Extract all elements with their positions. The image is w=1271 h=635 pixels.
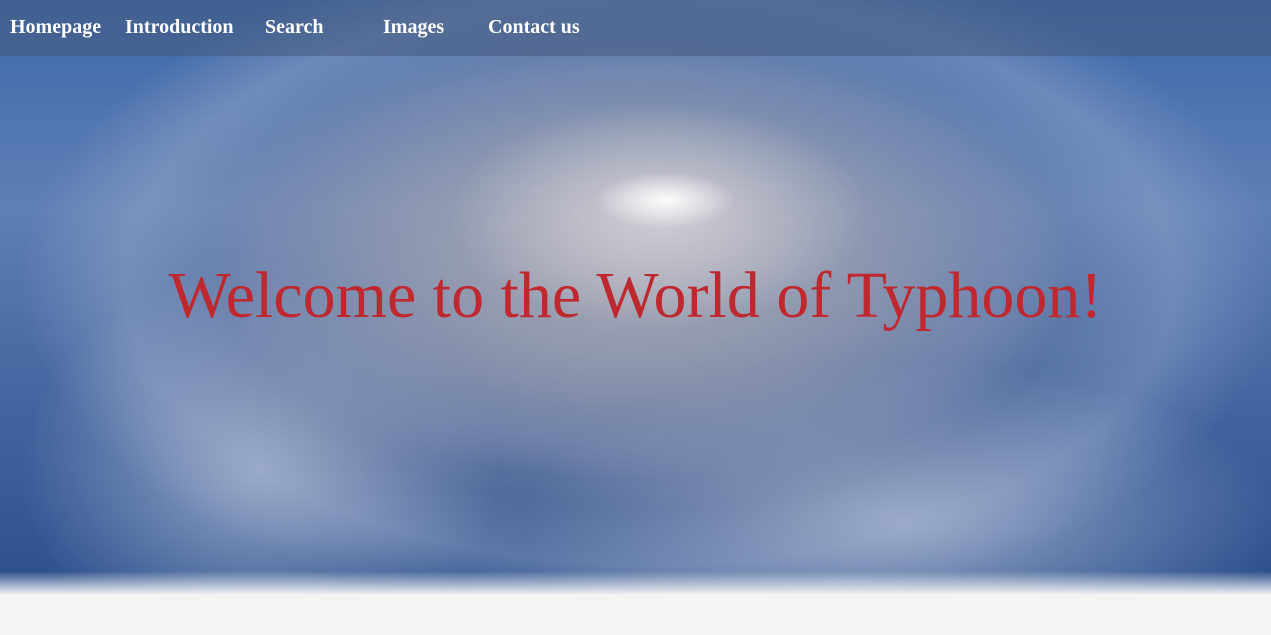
top-navigation-bar: Homepage Introduction Search Images Cont… [0, 0, 1271, 56]
nav-search-link[interactable]: Search [265, 14, 324, 40]
hero-headline: Welcome to the World of Typhoon! [168, 259, 1103, 332]
nav-homepage-link[interactable]: Homepage [10, 14, 101, 40]
nav-images-link[interactable]: Images [383, 14, 444, 40]
nav-contact-us-link[interactable]: Contact us [488, 14, 580, 40]
nav-introduction-link[interactable]: Introduction [125, 14, 234, 40]
hero-typhoon-image: Welcome to the World of Typhoon! [0, 0, 1271, 595]
page: Welcome to the World of Typhoon! Homepag… [0, 0, 1271, 635]
